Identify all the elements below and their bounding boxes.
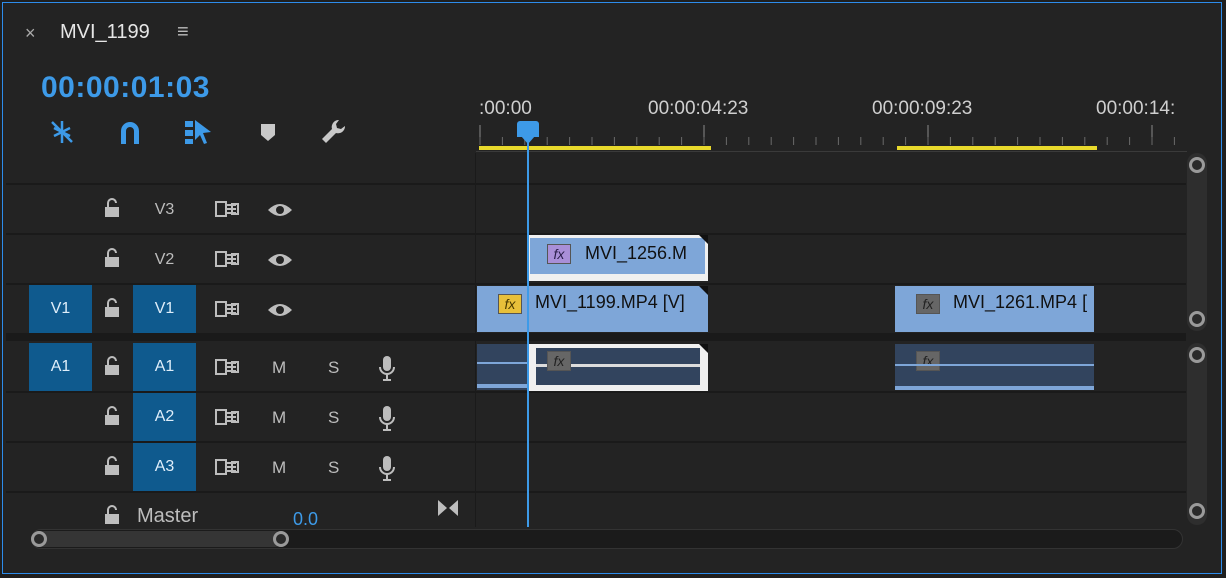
microphone-icon[interactable] [375,403,399,433]
work-area-bar[interactable] [897,146,1097,150]
scrollbar-handle[interactable] [273,531,289,547]
sync-lock-icon[interactable] [213,297,241,321]
sync-lock-icon[interactable] [213,197,241,221]
lock-icon[interactable] [101,502,123,528]
timeline-panel: × MVI_1199 ≡ 00:00:01:03 :00:00 00:00:04… [2,2,1222,574]
track-target-v1[interactable]: V1 [133,285,196,333]
lock-icon[interactable] [101,195,123,221]
zoom-thumb[interactable] [33,531,283,547]
microphone-icon[interactable] [375,453,399,483]
audio-clip[interactable] [477,344,527,390]
scrollbar-handle[interactable] [1189,347,1205,363]
lock-icon[interactable] [101,353,123,379]
work-area-bar[interactable] [479,146,711,150]
sync-lock-icon[interactable] [213,247,241,271]
close-tab-button[interactable]: × [25,23,36,44]
track-target-v3[interactable]: V3 [133,187,196,233]
audio-clip[interactable]: fx [895,344,1094,390]
scrollbar-handle[interactable] [31,531,47,547]
ruler-label: :00:00 [479,98,532,119]
playhead-handle[interactable] [517,121,539,137]
ruler-label: 00:00:04:23 [648,98,749,119]
source-patch-v1[interactable]: V1 [29,285,92,333]
sync-lock-icon[interactable] [213,405,241,429]
mute-button[interactable]: M [272,408,286,428]
audio-clip-selected[interactable]: fx [527,344,708,391]
add-marker-icon[interactable] [253,117,283,147]
track-target-a3[interactable]: A3 [133,443,196,491]
fx-badge[interactable]: fx [547,351,571,371]
video-vertical-scrollbar[interactable] [1187,153,1207,331]
scrollbar-handle[interactable] [1189,157,1205,173]
ruler-label: 00:00:14: [1096,98,1176,119]
lock-icon[interactable] [101,453,123,479]
solo-button[interactable]: S [328,358,339,378]
video-clip-mvi-1256[interactable]: fx MVI_1256.M [527,235,708,281]
fx-badge[interactable]: fx [547,244,571,264]
fx-badge[interactable]: fx [916,294,940,314]
playhead-line[interactable] [527,143,529,527]
video-clip-mvi-1199[interactable]: fx MVI_1199.MP4 [V] [477,286,708,332]
lock-icon[interactable] [101,245,123,271]
microphone-icon[interactable] [375,353,399,383]
snap-magnet-icon[interactable] [115,117,145,147]
track-target-v2[interactable]: V2 [133,237,196,283]
video-audio-divider [6,333,1186,341]
scrollbar-handle[interactable] [1189,311,1205,327]
lock-icon[interactable] [101,295,123,321]
ruler-baseline [476,151,1187,152]
clip-name: MVI_1199.MP4 [V] [535,292,685,312]
video-clip-mvi-1261[interactable]: fx MVI_1261.MP4 [ [895,286,1094,332]
sync-lock-icon[interactable] [213,455,241,479]
source-patch-a1[interactable]: A1 [29,343,92,391]
scrollbar-handle[interactable] [1189,503,1205,519]
lock-icon[interactable] [101,403,123,429]
mute-button[interactable]: M [272,358,286,378]
wrench-settings-icon[interactable] [319,117,349,147]
track-target-a1[interactable]: A1 [133,343,196,391]
clip-name: MVI_1256.M [585,243,688,263]
sequence-tab-title[interactable]: MVI_1199 [60,21,150,44]
linked-selection-icon[interactable] [183,117,213,147]
go-to-in-out-icon[interactable] [435,497,461,519]
track-divider [6,183,1186,185]
solo-button[interactable]: S [328,458,339,478]
sync-lock-icon[interactable] [213,355,241,379]
ripple-edit-icon[interactable] [47,117,77,147]
eye-icon[interactable] [265,299,295,321]
track-target-a2[interactable]: A2 [133,393,196,441]
playhead-timecode[interactable]: 00:00:01:03 [41,71,210,105]
panel-menu-icon[interactable]: ≡ [177,21,189,44]
fx-badge[interactable]: fx [498,294,522,314]
audio-vertical-scrollbar[interactable] [1187,343,1207,525]
eye-icon[interactable] [265,249,295,271]
ruler-label: 00:00:09:23 [872,98,973,119]
ruler-ticks[interactable] [476,121,1187,149]
eye-icon[interactable] [265,199,295,221]
clip-name: MVI_1261.MP4 [ [953,292,1088,312]
mute-button[interactable]: M [272,458,286,478]
master-volume-value[interactable]: 0.0 [293,509,318,530]
fx-badge[interactable]: fx [916,351,940,371]
master-track-label: Master [137,505,199,527]
solo-button[interactable]: S [328,408,339,428]
track-divider [6,491,1186,493]
